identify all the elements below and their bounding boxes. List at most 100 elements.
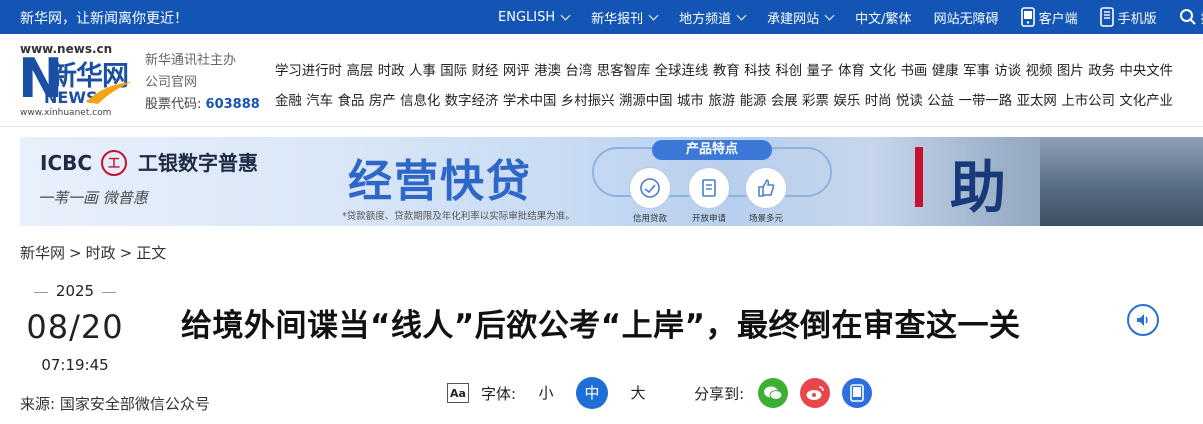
speaker-icon — [1137, 314, 1148, 326]
channel-link[interactable]: 财经 — [472, 57, 499, 87]
channel-link[interactable]: 高层 — [346, 57, 373, 87]
top-nav-hosted-sites[interactable]: 承建网站 — [767, 8, 835, 27]
top-nav-accessibility[interactable]: 网站无障碍 — [934, 8, 999, 27]
red-seal-decor — [915, 147, 923, 207]
channel-link[interactable]: 乡村振兴 — [561, 87, 615, 117]
channel-link[interactable]: 娱乐 — [833, 87, 860, 117]
channel-link[interactable]: 城市 — [677, 87, 704, 117]
channel-link[interactable]: 教育 — [713, 57, 740, 87]
channel-link[interactable]: 房产 — [369, 87, 396, 117]
channel-link[interactable]: 书画 — [901, 57, 928, 87]
top-nav-local-channels[interactable]: 地方频道 — [679, 8, 747, 27]
font-size-small-button[interactable]: 小 — [530, 377, 562, 409]
breadcrumb-home[interactable]: 新华网 — [20, 244, 65, 262]
channel-link[interactable]: 能源 — [740, 87, 767, 117]
company-line1: 新华通讯社主办 — [145, 53, 237, 68]
channel-link[interactable]: 悦读 — [896, 87, 923, 117]
company-info: 新华通讯社主办 公司官网 股票代码: 603888 — [145, 50, 260, 116]
channel-link[interactable]: 中央文件 — [1119, 57, 1173, 87]
channel-link[interactable]: 学习进行时 — [275, 57, 342, 87]
channel-link[interactable]: 一带一路 — [959, 87, 1013, 117]
bank-name: ICBC — [40, 151, 93, 175]
channel-link[interactable]: 上市公司 — [1061, 87, 1115, 117]
channel-link[interactable]: 体育 — [838, 57, 865, 87]
channel-link[interactable]: 科技 — [744, 57, 771, 87]
channel-link[interactable]: 量子 — [807, 57, 834, 87]
channel-link[interactable]: 亚太网 — [1017, 87, 1057, 117]
top-nav-search[interactable]: 搜索 — [1179, 8, 1203, 27]
channel-link[interactable]: 科创 — [775, 57, 802, 87]
font-size-medium-button[interactable]: 中 — [576, 377, 609, 409]
channel-link[interactable]: 数字经济 — [445, 87, 499, 117]
top-nav: ENGLISH 新华报刊 地方频道 承建网站 中文/繁体 网站无障碍 客户端 手… — [498, 0, 1203, 34]
channel-link[interactable]: 健康 — [932, 57, 959, 87]
channel-link[interactable]: 汽车 — [306, 87, 333, 117]
feature-label: 信用贷款 — [632, 214, 667, 224]
channel-link[interactable]: 网评 — [503, 57, 530, 87]
publish-time: 07:19:45 — [41, 356, 109, 374]
breadcrumb-sep: > — [69, 244, 82, 262]
channel-link[interactable]: 港澳 — [534, 57, 561, 87]
xinhua-logo[interactable]: www.news.cn N 新华网 NEWS www.xinhuanet.com — [18, 40, 138, 122]
top-nav-mobile[interactable]: 手机版 — [1099, 7, 1157, 27]
breadcrumb-current: 正文 — [136, 244, 167, 262]
read-aloud-button[interactable] — [1127, 304, 1159, 336]
publish-month-day: 08/20 — [26, 308, 124, 346]
apply-icon — [702, 179, 716, 197]
channel-row-1: 学习进行时 高层 时政 人事 国际 财经 网评 港澳 台湾 思客智库 全球连线 教育 科技 科创 量子 体育文… — [275, 57, 1203, 87]
top-nav-label: ENGLISH — [498, 9, 556, 25]
share-wechat-button[interactable] — [758, 378, 789, 408]
channel-link[interactable]: 旅游 — [708, 87, 735, 117]
chevron-down-icon — [648, 10, 659, 20]
share-weibo-button[interactable] — [800, 378, 831, 408]
channel-link[interactable]: 视频 — [1026, 57, 1053, 87]
top-nav-traditional[interactable]: 中文/繁体 — [855, 8, 911, 27]
thumb-icon — [758, 179, 775, 197]
channel-link[interactable]: 金融 — [275, 87, 302, 117]
channel-link[interactable]: 图片 — [1057, 57, 1084, 87]
channel-link[interactable]: 会展 — [771, 87, 798, 117]
chevron-down-icon — [560, 10, 571, 20]
channel-link[interactable]: 文化 — [869, 57, 896, 87]
chevron-down-icon — [736, 10, 747, 20]
channel-link[interactable]: 台湾 — [565, 57, 592, 87]
channel-link[interactable]: 政务 — [1088, 57, 1115, 87]
top-nav-english[interactable]: ENGLISH — [498, 9, 571, 25]
channel-link[interactable]: 学术中国 — [503, 87, 557, 117]
channel-link[interactable]: 思客智库 — [597, 57, 651, 87]
app-icon — [850, 384, 864, 402]
channel-link[interactable]: 文化产业 — [1119, 87, 1173, 117]
feature-label: 开放申请 — [691, 214, 726, 224]
channel-link[interactable]: 人事 — [409, 57, 436, 87]
source-name: 国家安全部微信公众号 — [59, 395, 210, 413]
wechat-icon — [764, 386, 783, 400]
top-nav-client[interactable]: 客户端 — [1020, 7, 1078, 27]
channel-link[interactable]: 全球连线 — [655, 57, 709, 87]
publish-date: 2025 08/20 07:19:45 — [20, 282, 130, 374]
channel-link[interactable]: 国际 — [440, 57, 467, 87]
top-nav-label: 手机版 — [1117, 11, 1157, 27]
breadcrumb-sep: > — [119, 244, 133, 262]
channel-link[interactable]: 信息化 — [400, 87, 440, 117]
font-size-large-button[interactable]: 大 — [622, 377, 654, 409]
breadcrumb-section[interactable]: 时政 — [86, 244, 116, 262]
channel-link[interactable]: 军事 — [963, 57, 990, 87]
share-app-button[interactable] — [842, 378, 873, 408]
stock-code[interactable]: 603888 — [206, 97, 260, 112]
channel-link[interactable]: 溯源中国 — [619, 87, 673, 117]
ad-banner[interactable]: ICBC 工 工银数字普惠 一苇一画 微普惠 经营快贷 *贷款额度、贷款期限及年… — [20, 137, 1203, 226]
channel-link[interactable]: 时尚 — [865, 87, 892, 117]
company-line2: 公司官网 — [145, 75, 198, 90]
bank-cn-name: 工银数字普惠 — [137, 151, 258, 175]
channel-link[interactable]: 食品 — [338, 87, 365, 117]
top-nav-newspapers[interactable]: 新华报刊 — [591, 8, 659, 27]
channel-nav: 学习进行时 高层 时政 人事 国际 财经 网评 港澳 台湾 思客智库 全球连线 教育 科技 科创 量子 体育文… — [275, 57, 1203, 117]
channel-link[interactable]: 访谈 — [994, 57, 1021, 87]
features-tag: 产品特点 — [652, 140, 772, 160]
channel-link[interactable]: 时政 — [378, 57, 405, 87]
bank-brand: ICBC 工 工银数字普惠 — [40, 147, 258, 179]
channel-link[interactable]: 公益 — [927, 87, 954, 117]
channel-row-2: 金融 汽车 食品 房产 信息化 数字经济 学术中国 乡村振兴 溯源中国 城市 旅游 能源 会展 彩票 娱乐时… — [275, 87, 1203, 117]
channel-link[interactable]: 彩票 — [802, 87, 829, 117]
top-nav-label: 客户端 — [1038, 11, 1078, 27]
